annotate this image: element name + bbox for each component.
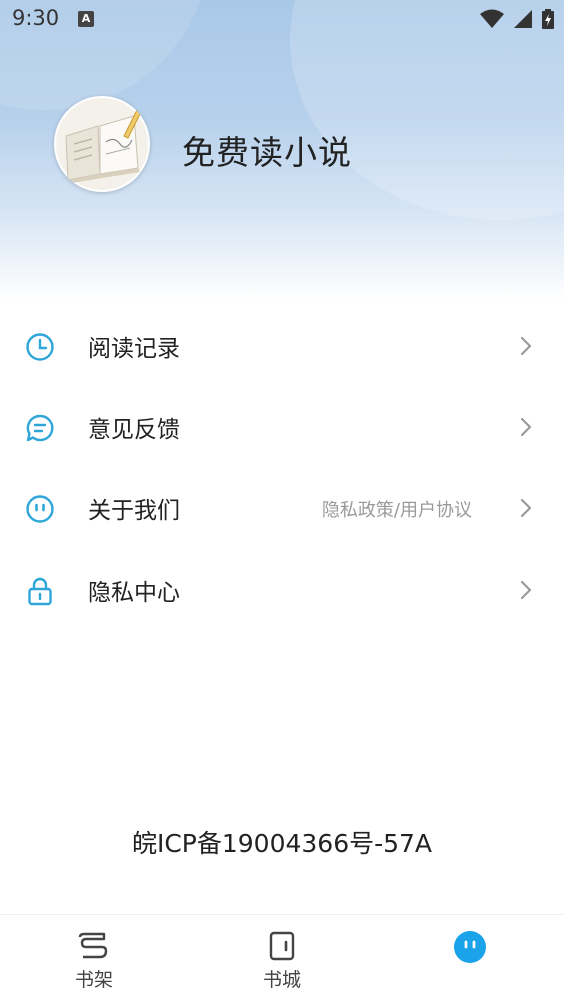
status-bar: 9:30 A: [0, 0, 564, 38]
chevron-right-icon: [520, 336, 532, 356]
menu-item-reading-history[interactable]: 阅读记录: [0, 307, 564, 387]
profile-face-icon: [454, 931, 486, 963]
avatar[interactable]: [54, 96, 150, 192]
menu-item-about-us[interactable]: 关于我们 隐私政策/用户协议: [0, 469, 564, 549]
battery-charging-icon: [542, 9, 554, 29]
bookshelf-icon: [78, 932, 108, 959]
tab-bookshelf[interactable]: 书架: [34, 915, 154, 1005]
menu-item-label: 阅读记录: [88, 336, 180, 362]
lock-icon: [28, 577, 52, 606]
status-time: 9:30: [12, 6, 60, 30]
chat-bubble-icon: [26, 414, 54, 442]
signal-icon: [513, 10, 532, 28]
profile-name: 免费读小说: [182, 133, 352, 172]
tab-bookstore[interactable]: 书城: [222, 915, 342, 1005]
menu-item-label: 关于我们: [88, 498, 180, 524]
clock-icon: [26, 333, 54, 361]
menu-item-label: 隐私中心: [88, 580, 180, 606]
notification-icon: A: [78, 11, 94, 27]
smiley-icon: [26, 495, 54, 523]
open-book-quill-icon: [56, 98, 148, 190]
tab-label: 书架: [74, 969, 113, 991]
tab-profile[interactable]: [410, 915, 530, 1005]
menu-item-privacy-center[interactable]: 隐私中心: [0, 551, 564, 631]
status-icons: [476, 9, 554, 29]
privacy-policy-link[interactable]: 隐私政策/用户协议: [322, 496, 472, 522]
tab-label: 书城: [262, 969, 301, 991]
icp-license: 皖ICP备19004366号-57A: [131, 829, 433, 858]
menu-item-feedback[interactable]: 意见反馈: [0, 388, 564, 468]
chevron-right-icon: [520, 417, 532, 437]
chevron-right-icon: [520, 498, 532, 518]
menu-item-label: 意见反馈: [88, 417, 180, 443]
wifi-icon: [479, 9, 504, 28]
bookstore-icon: [269, 931, 295, 961]
chevron-right-icon: [520, 580, 532, 600]
bottom-nav: 书架 书城: [0, 914, 564, 1005]
